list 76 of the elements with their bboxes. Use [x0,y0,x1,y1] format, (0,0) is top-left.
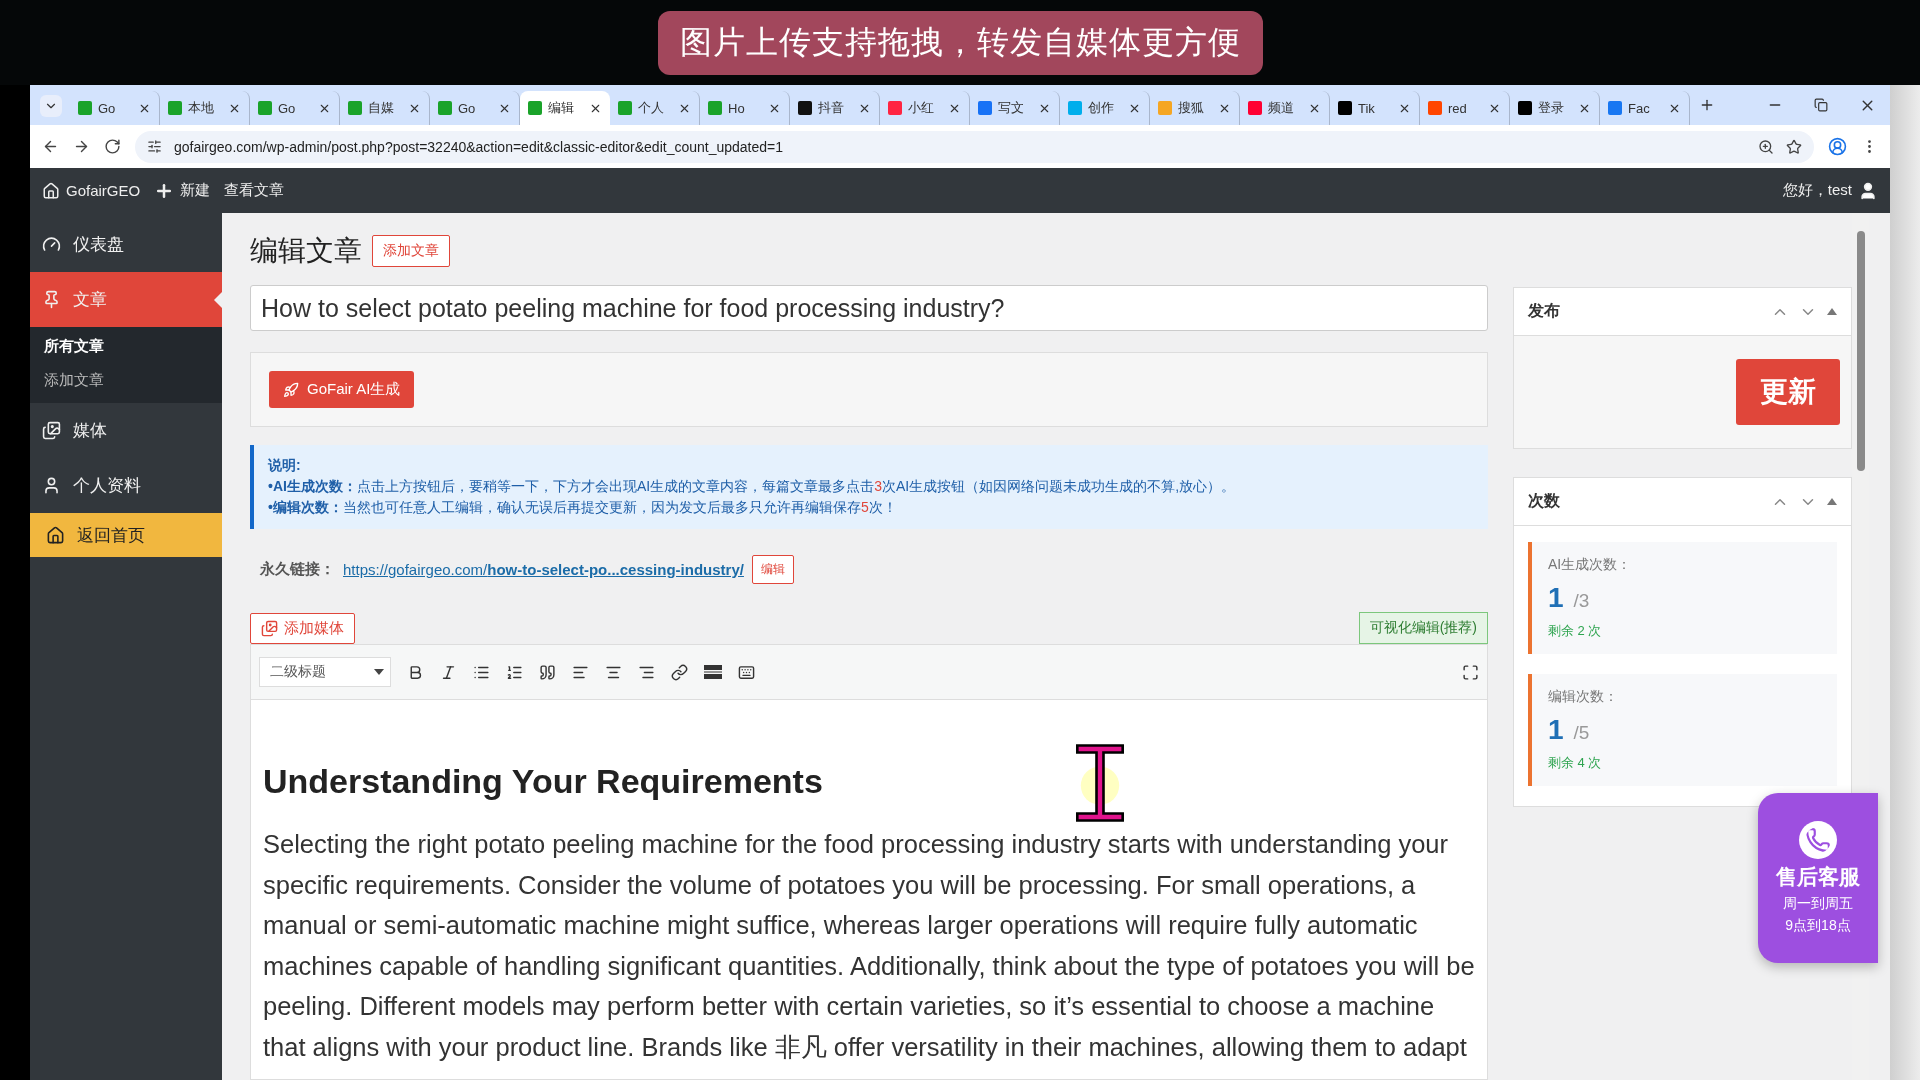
caret-icon [374,669,384,675]
count-label: 编辑次数： [1548,688,1619,706]
new-link[interactable]: 新建 [154,180,211,201]
sidebar-item[interactable]: 媒体 [30,403,222,458]
user-greeting[interactable]: 您好，test [1782,180,1878,201]
caption-banner: 图片上传支持拖拽，转发自媒体更方便 [657,10,1263,75]
update-button[interactable]: 更新 [1736,359,1840,425]
back-icon[interactable] [42,138,59,155]
site-link[interactable]: GofairGEO [42,181,141,200]
notice-heading: 说明: [268,457,302,475]
count-label: AI生成次数： [1548,556,1633,574]
support-hours: 周一到周五 [1783,895,1853,913]
home-icon [42,181,60,200]
toolbar-toggle-icon[interactable] [738,663,755,681]
total-count: /5 [1573,722,1590,744]
edit-permalink-button[interactable]: 编辑 [751,555,794,584]
support-widget[interactable]: 售后客服 周一到周五 9点到18点 [1758,793,1878,963]
home-icon [46,525,65,545]
notice-line: •编辑次数：当然也可任意人工编辑，确认无误后再提交更新，因为发文后最多只允许再编辑保存5次！ [268,499,898,517]
reload-icon[interactable] [104,138,121,155]
add-post-button[interactable]: 添加文章 [372,235,450,267]
sidebar-item[interactable]: 个人资料 [30,458,222,513]
media-icon [261,620,278,637]
read-more-icon[interactable] [704,665,722,679]
page-heading: 编辑文章 [250,234,362,268]
visual-editor-tab[interactable]: 可视化编辑(推荐) [1358,612,1488,644]
permalink-label: 永久链接： [260,560,335,579]
panel-title: 次数 [1528,491,1561,511]
scrollbar-thumb[interactable] [1856,231,1865,471]
phone-icon [1799,821,1837,859]
profile-icon[interactable] [1828,137,1847,156]
support-hours: 9点到18点 [1785,917,1851,935]
italic-icon[interactable] [440,663,457,681]
bookmark-star-icon[interactable] [1786,138,1802,155]
panel-title: 发布 [1528,301,1561,321]
browser-tab[interactable]: 编辑 [520,91,610,125]
pin-icon [42,290,61,309]
sidebar-item[interactable]: 返回首页 [30,513,222,557]
address-bar[interactable]: gofairgeo.com/wp-admin/post.php?post=32240&action=edit&classic-editor&edit_count_updated=1 [135,130,1814,163]
site-info-icon[interactable] [147,139,162,154]
add-media-button[interactable]: 添加媒体 [250,613,355,644]
user-icon [1858,180,1878,201]
tab-list-button[interactable] [40,95,62,117]
content-heading: Understanding Your Requirements [263,762,824,801]
title-field[interactable]: How to select potato peeling machine for food processing industry? [250,285,1488,331]
sidebar-item[interactable]: 文章 [30,272,222,327]
remaining-count: 剩余 2 次 [1548,622,1603,640]
fullscreen-icon[interactable] [1462,663,1479,681]
collapse-icon[interactable] [1827,308,1837,315]
used-count: 1 [1548,582,1564,614]
quote-icon[interactable] [539,663,556,681]
dashboard-icon [42,235,61,254]
submenu-item[interactable]: 所有文章 [30,329,222,363]
used-count: 1 [1548,714,1564,746]
media-icon [42,421,61,440]
restore-icon[interactable] [1814,98,1828,112]
zoom-icon[interactable] [1758,138,1774,155]
numbered-list-icon[interactable] [506,663,523,681]
remaining-count: 剩余 4 次 [1548,754,1603,772]
forward-icon[interactable] [73,138,90,155]
notice-line: •AI生成次数：点击上方按钮后，要稍等一下，下方才会出现AI生成的文章内容，每篇文章最多点击3次AI生成按钮（如因网络问题未成功生成的不算,放心）。 [268,478,1237,496]
editor-content[interactable] [250,700,1488,1080]
collapse-icon[interactable] [1827,498,1837,505]
format-dropdown[interactable]: 二级标题 [259,657,391,687]
total-count: /3 [1573,590,1590,612]
submenu-item[interactable]: 添加文章 [30,363,222,397]
rocket-icon [283,381,299,398]
new-tab-icon[interactable] [1699,97,1715,113]
support-title: 售后客服 [1776,864,1860,890]
content-paragraph: Selecting the right potato peeling machine for the food processing industry starts with understanding your specific requirements. Consider the volume of potatoes you will be processing. For small operations, a manual or semi-automatic machine might suffice, whereas larger operations will require fully automatic machines capable of handling significant quantities. Additionally, think about the type of potatoes you will be peeling. Different models may perform better with certain varieties, so it’s essential to choose a machine that aligns with your product line. Brands like 非凡 offer versatility in their machines, allowing them to adapt [263,829,1475,1063]
permalink-link[interactable]: https://gofairgeo.com/how-to-select-po...cessing-industry/ [343,561,744,578]
user-icon [42,476,61,495]
view-post-link[interactable]: 查看文章 [224,181,285,200]
sidebar-item[interactable]: 仪表盘 [30,217,222,272]
ai-generate-button[interactable]: GoFair AI生成 [269,371,415,408]
link-icon[interactable] [671,663,688,681]
